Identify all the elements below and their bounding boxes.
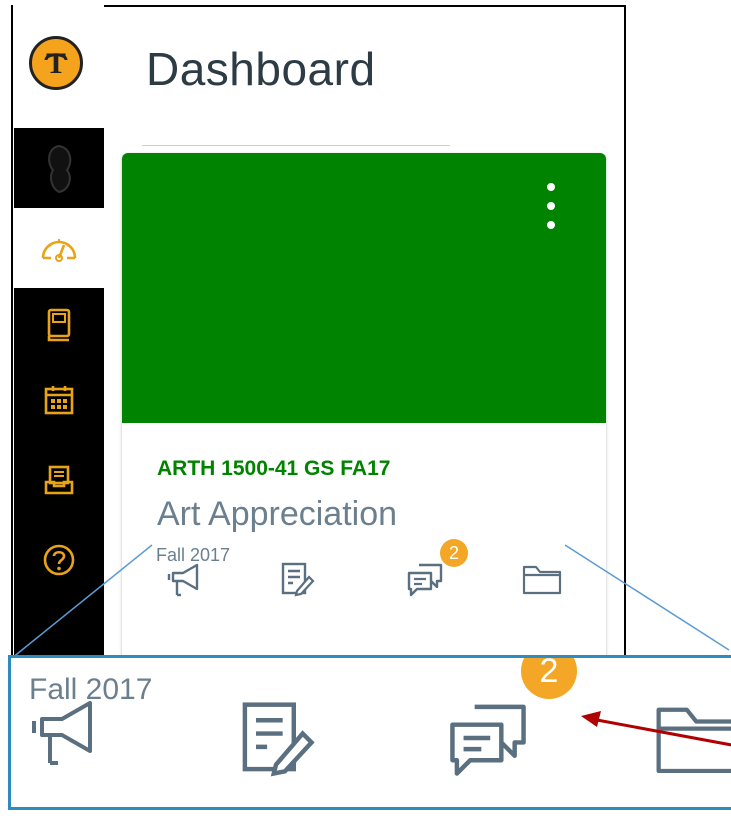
red-arrow [581,711,731,747]
zoom-callout: Fall 2017 2 [8,655,731,810]
